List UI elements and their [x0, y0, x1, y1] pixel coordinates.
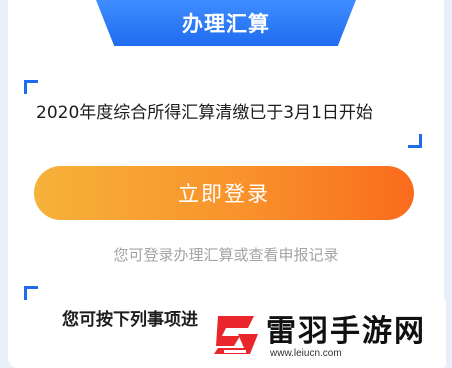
notice-text: 2020年度综合所得汇算清缴已于3月1日开始: [36, 103, 373, 123]
login-button-label: 立即登录: [178, 182, 270, 206]
login-button[interactable]: 立即登录: [34, 166, 414, 220]
login-hint-text: 您可登录办理汇算或查看申报记录: [113, 246, 339, 264]
tab-header: 办理汇算: [96, 0, 356, 46]
corner-bracket-bottom-right: [408, 134, 422, 148]
watermark-logo-icon: [214, 316, 258, 354]
watermark-title: 雷羽手游网: [266, 314, 426, 349]
items-section-title: 您可按下列事项进: [62, 310, 198, 330]
corner-bracket-section: [24, 286, 38, 300]
watermark: 雷羽手游网 www.leiucn.com: [206, 298, 446, 368]
watermark-url: www.leiucn.com: [270, 348, 342, 359]
tab-header-label: 办理汇算: [182, 12, 270, 36]
corner-bracket-top-left: [24, 80, 38, 94]
